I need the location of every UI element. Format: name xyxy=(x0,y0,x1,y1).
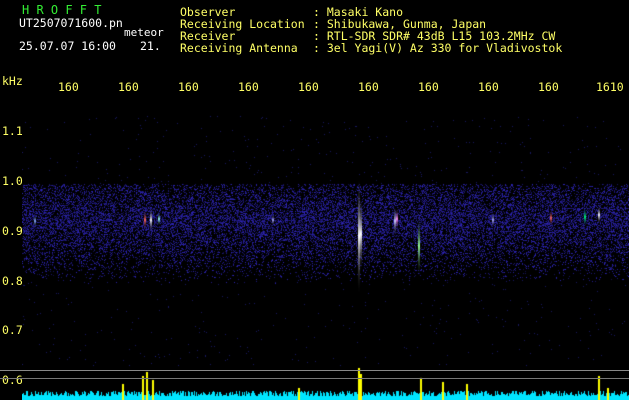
trace-divider-upper xyxy=(0,370,629,371)
freq-tick-label: 0.9 xyxy=(2,224,23,238)
timestamp: 25.07.07 16:00 xyxy=(19,39,116,53)
time-tick-label: 160 xyxy=(478,80,499,94)
time-tick-label: 160 xyxy=(238,80,259,94)
time-tick-label: 160 xyxy=(418,80,439,94)
time-tick-label: 160 xyxy=(118,80,139,94)
file-name: UT2507071600.pn xyxy=(19,16,123,30)
time-tick-label: 1610 xyxy=(596,80,624,94)
time-tick-label: 160 xyxy=(178,80,199,94)
freq-tick-label: 1.1 xyxy=(2,124,23,138)
time-tick-label: 160 xyxy=(538,80,559,94)
freq-tick-label: 1.0 xyxy=(2,174,23,188)
freq-tick-label: 0.8 xyxy=(2,274,23,288)
time-tick-label: 160 xyxy=(58,80,79,94)
spectrogram xyxy=(22,96,629,400)
antenna-value: : 3el Yagi(V) Az 330 for Vladivostok xyxy=(313,41,563,55)
meteor-count: 21. xyxy=(140,39,161,53)
hrofft-logo: H R O F F T xyxy=(22,3,102,17)
time-tick-label: 160 xyxy=(358,80,379,94)
freq-tick-label: 0.7 xyxy=(2,323,23,337)
frequency-unit-label: kHz xyxy=(2,74,23,88)
freq-tick-label: 0.6 xyxy=(2,373,23,387)
file-suffix: meteor xyxy=(124,26,164,39)
antenna-label: Receiving Antenna xyxy=(180,41,298,55)
trace-divider-lower xyxy=(0,378,629,379)
time-tick-label: 160 xyxy=(298,80,319,94)
